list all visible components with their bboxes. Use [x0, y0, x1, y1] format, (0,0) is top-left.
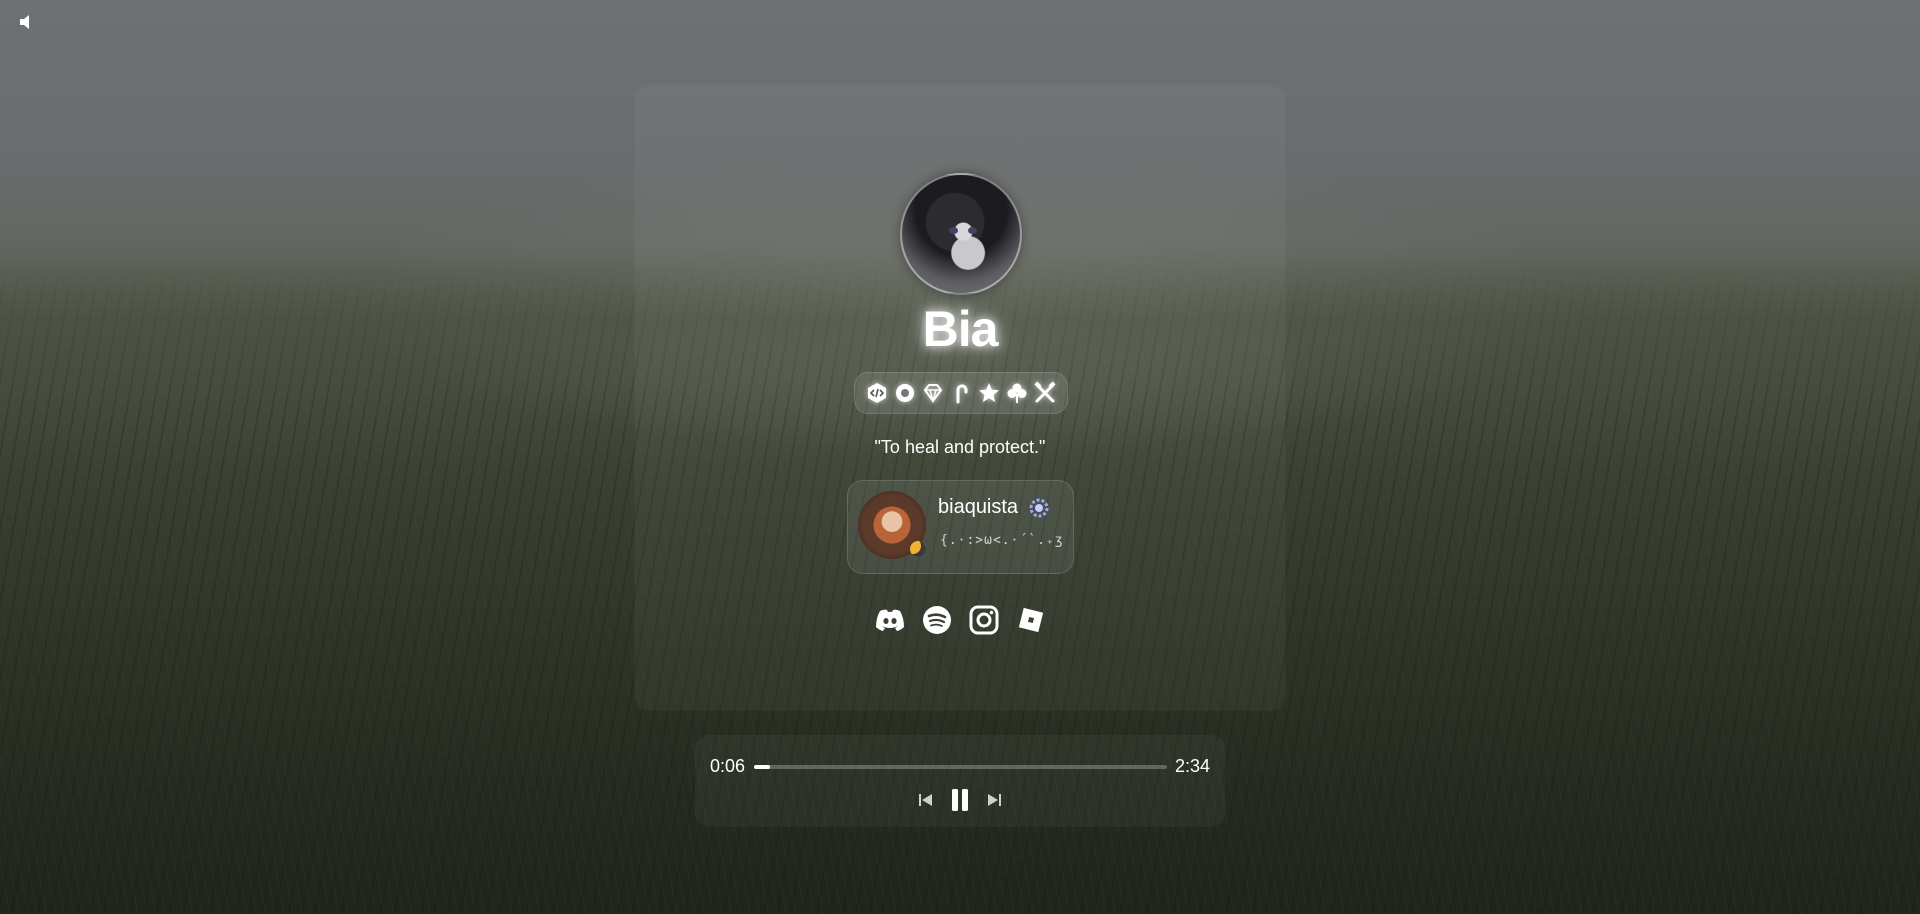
avatar-eye: [968, 227, 977, 234]
discord-presence-card[interactable]: biaquista {.·:>ω<.·´`.₊ʒ: [847, 480, 1074, 574]
progress-fill: [754, 765, 771, 769]
avatar-eye: [949, 227, 958, 234]
current-time: 0:06: [710, 756, 746, 776]
tools-badge-icon[interactable]: [1033, 381, 1057, 405]
progress-bar[interactable]: [754, 765, 1167, 769]
previous-track-button[interactable]: [916, 788, 936, 812]
idle-status-icon: [910, 541, 926, 557]
candy-cane-badge-icon[interactable]: [949, 381, 973, 405]
speaker-icon[interactable]: [18, 12, 38, 32]
bio-text: "To heal and protect.": [874, 437, 1046, 457]
pause-button[interactable]: [948, 788, 972, 812]
discord-username: biaquista: [938, 496, 1019, 518]
next-track-button[interactable]: [984, 788, 1004, 812]
display-name: Bia: [922, 301, 999, 357]
star-badge-icon[interactable]: [977, 381, 1001, 405]
flower-badge-icon[interactable]: [893, 381, 917, 405]
diamond-badge-icon[interactable]: [921, 381, 945, 405]
nitro-badge-icon: [1028, 497, 1050, 519]
discord-custom-status: {.·:>ω<.·´`.₊ʒ: [940, 533, 1064, 548]
instagram-icon[interactable]: [967, 603, 1001, 637]
roblox-icon[interactable]: [1014, 603, 1048, 637]
social-links: [873, 600, 1048, 640]
code-badge-icon[interactable]: [865, 381, 889, 405]
spotify-icon[interactable]: [920, 603, 954, 637]
profile-avatar: [900, 173, 1022, 295]
badges-bar: [854, 372, 1068, 414]
total-time: 2:34: [1174, 756, 1210, 776]
music-player: 0:06 2:34: [695, 735, 1225, 827]
discord-icon[interactable]: [873, 603, 907, 637]
clover-badge-icon[interactable]: [1005, 381, 1029, 405]
